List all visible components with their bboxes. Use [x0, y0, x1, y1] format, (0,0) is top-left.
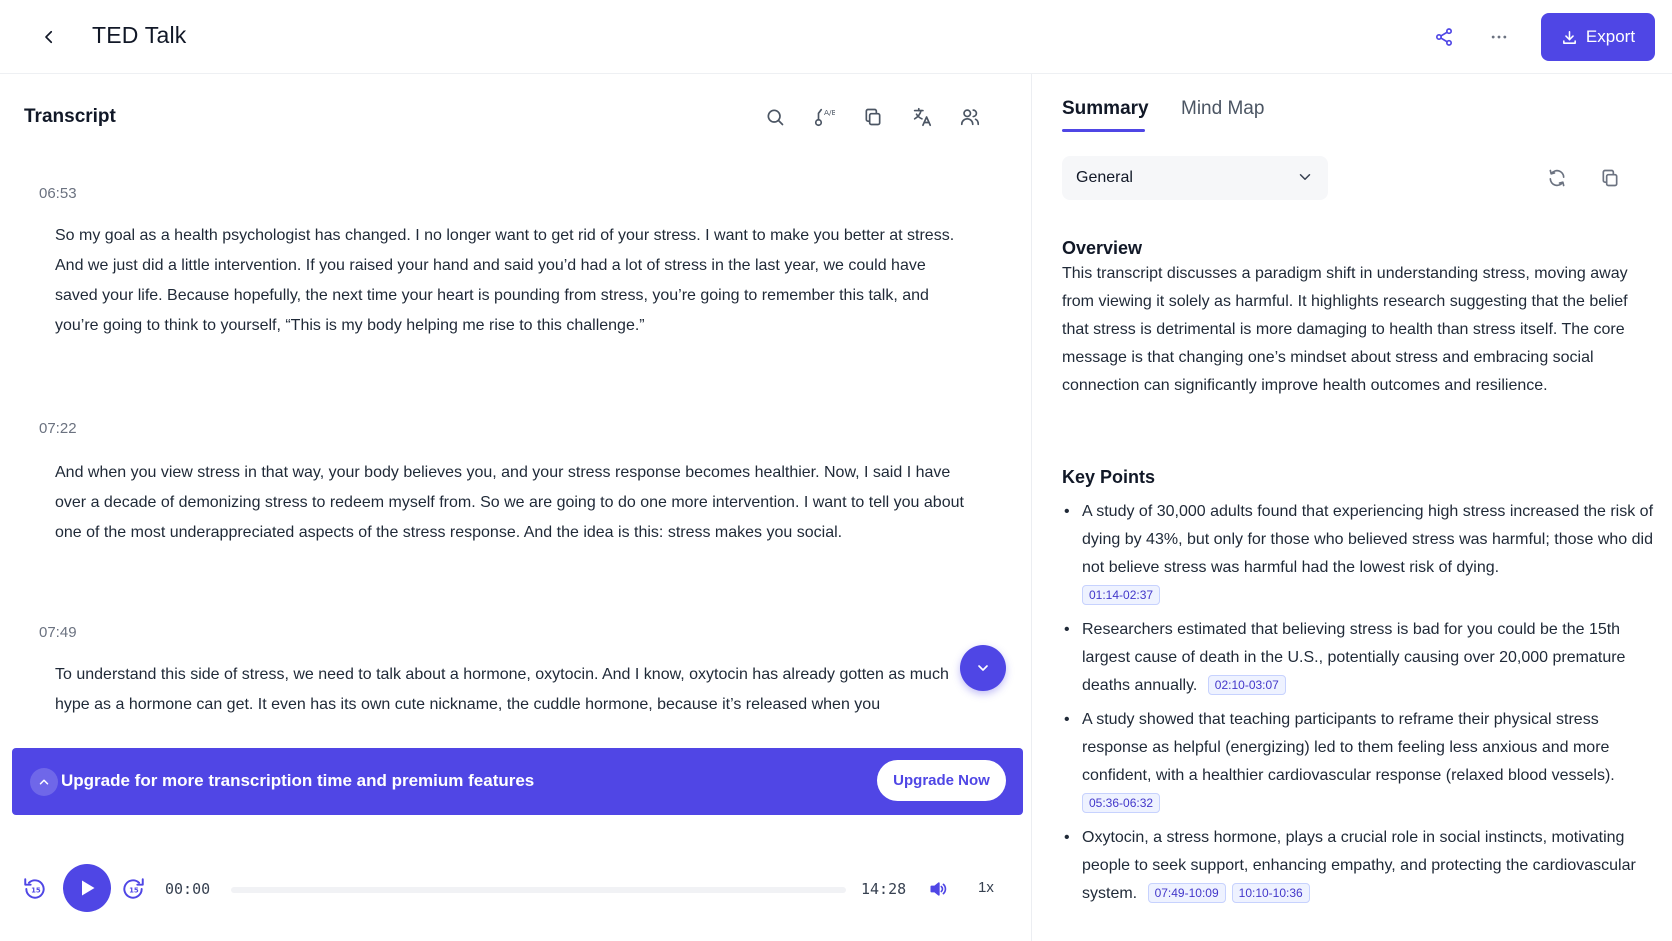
transcript-title: Transcript — [24, 106, 116, 127]
copy-icon[interactable] — [860, 104, 886, 130]
tab-summary[interactable]: Summary — [1062, 98, 1149, 120]
timestamp-chip[interactable]: 10:10-10:36 — [1231, 883, 1310, 903]
duration-time: 14:28 — [861, 880, 907, 898]
key-point-item: A study showed that teaching participant… — [1062, 706, 1662, 818]
chevron-up-icon[interactable] — [30, 768, 58, 796]
timestamp-chip[interactable]: 07:49-10:09 — [1147, 883, 1226, 903]
copy-summary-icon[interactable] — [1598, 166, 1622, 190]
regenerate-icon[interactable] — [1545, 166, 1569, 190]
key-point-item: Oxytocin, a stress hormone, plays a cruc… — [1062, 824, 1662, 908]
back-icon[interactable] — [36, 24, 62, 50]
audio-player: 15 15 00:00 14:28 1x — [0, 815, 1031, 941]
key-points-heading: Key Points — [1062, 467, 1156, 487]
rewind-icon[interactable]: 15 — [21, 875, 49, 903]
export-button[interactable]: Export — [1541, 13, 1655, 61]
timestamp-chip[interactable]: 05:36-06:32 — [1082, 793, 1161, 813]
summary-template-select[interactable]: General — [1062, 156, 1328, 200]
export-label: Export — [1585, 27, 1636, 46]
key-point-text: A study of 30,000 adults found that expe… — [1082, 503, 1654, 576]
segment-timestamp[interactable]: 07:22 — [39, 420, 77, 437]
current-time: 00:00 — [165, 880, 211, 898]
search-icon[interactable] — [762, 104, 788, 130]
key-points-list: A study of 30,000 adults found that expe… — [1062, 498, 1662, 914]
download-icon — [1562, 30, 1576, 44]
segment-text: To understand this side of stress, we ne… — [55, 666, 949, 713]
find-replace-icon[interactable]: A/B — [811, 104, 837, 130]
tab-mind-map[interactable]: Mind Map — [1181, 98, 1264, 120]
segment-text: So my goal as a health psychologist has … — [55, 227, 955, 334]
key-point-item: Researchers estimated that believing str… — [1062, 616, 1662, 700]
upgrade-banner: Upgrade for more transcription time and … — [12, 748, 1023, 815]
progress-slider[interactable] — [231, 887, 846, 893]
play-icon — [82, 880, 95, 896]
more-options-icon[interactable] — [1486, 24, 1512, 50]
play-button[interactable] — [63, 864, 111, 912]
overview-text: This transcript discusses a paradigm shi… — [1062, 265, 1628, 394]
share-icon[interactable] — [1431, 24, 1457, 50]
active-tab-indicator — [1062, 129, 1145, 132]
page-title: TED Talk — [92, 22, 187, 48]
segment-timestamp[interactable]: 07:49 — [39, 624, 77, 641]
top-bar: TED Talk Export — [0, 0, 1672, 74]
chevron-down-icon — [1299, 174, 1311, 180]
playback-speed-button[interactable]: 1x — [978, 879, 994, 896]
key-point-item: A study of 30,000 adults found that expe… — [1062, 498, 1662, 610]
summary-template-value: General — [1076, 169, 1133, 186]
svg-text:15: 15 — [129, 886, 139, 894]
key-point-text: A study showed that teaching participant… — [1082, 711, 1615, 784]
speakers-icon[interactable] — [957, 104, 983, 130]
chevron-down-icon — [978, 665, 988, 671]
svg-text:A/B: A/B — [824, 108, 835, 117]
timestamp-chip[interactable]: 01:14-02:37 — [1082, 585, 1161, 605]
svg-text:15: 15 — [31, 886, 41, 894]
translate-icon[interactable] — [909, 104, 935, 130]
upgrade-message: Upgrade for more transcription time and … — [61, 771, 535, 790]
upgrade-now-button[interactable]: Upgrade Now — [877, 760, 1006, 801]
summary-panel: Summary Mind Map General Overview This t… — [1032, 74, 1672, 941]
scroll-to-bottom-button[interactable] — [960, 645, 1006, 691]
overview-heading: Overview — [1062, 238, 1143, 258]
transcript-panel: Transcript A/B 06:53 So my goal as a hea… — [0, 74, 1031, 941]
volume-icon[interactable] — [925, 876, 951, 902]
segment-text: And when you view stress in that way, yo… — [55, 464, 964, 541]
timestamp-chip[interactable]: 02:10-03:07 — [1207, 675, 1286, 695]
forward-icon[interactable]: 15 — [119, 875, 147, 903]
key-point-text: Researchers estimated that believing str… — [1082, 621, 1626, 694]
segment-timestamp[interactable]: 06:53 — [39, 185, 77, 202]
